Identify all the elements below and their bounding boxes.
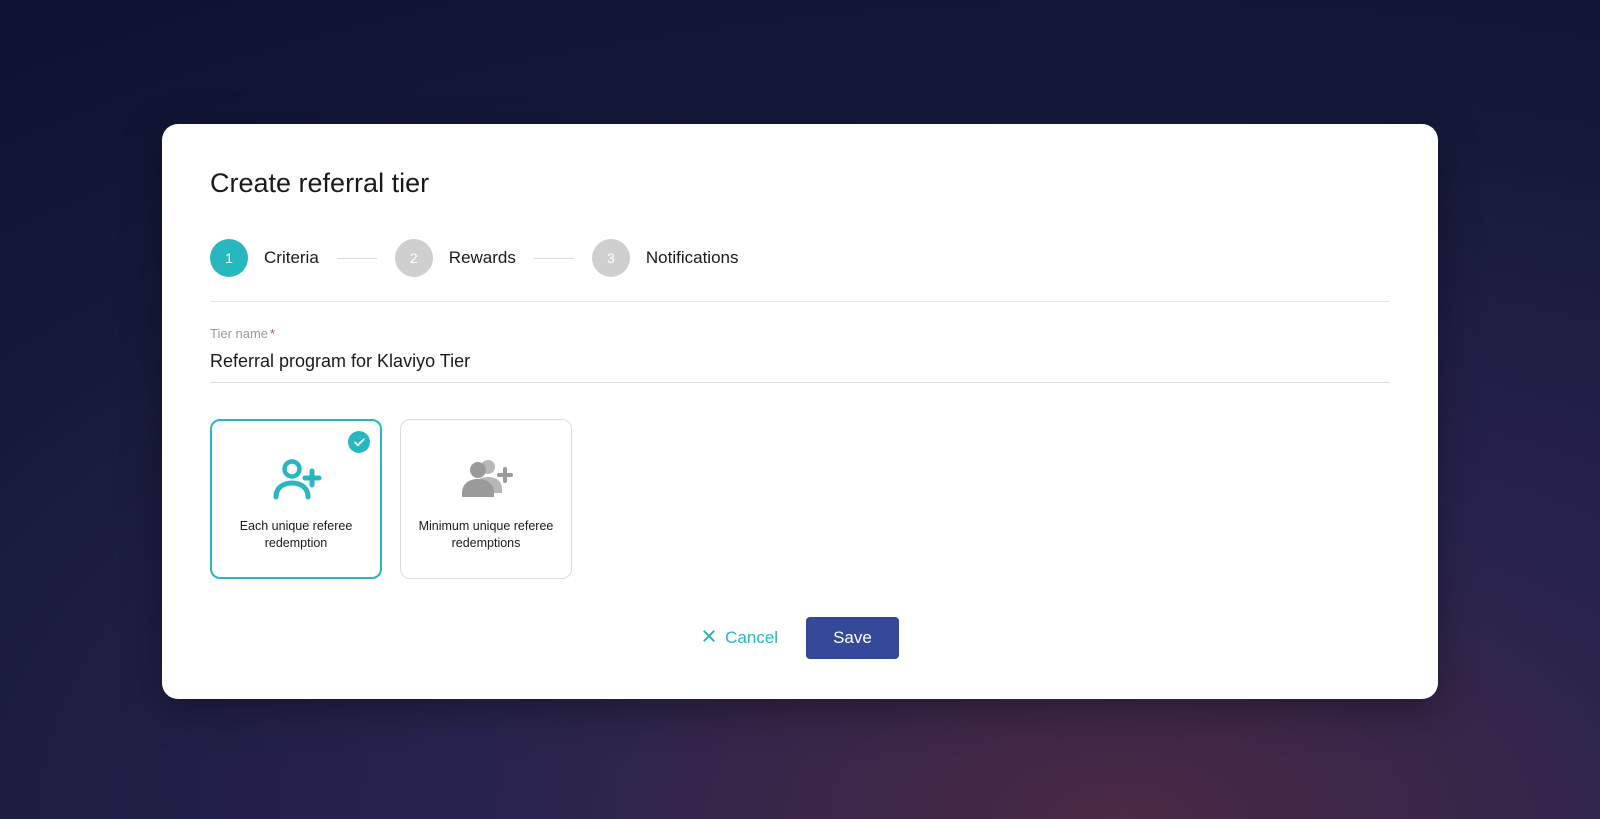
tier-name-field: Tier name*: [210, 326, 1390, 383]
save-button[interactable]: Save: [806, 617, 899, 659]
step-notifications[interactable]: 3 Notifications: [592, 239, 739, 277]
step-number-3: 3: [592, 239, 630, 277]
step-rewards[interactable]: 2 Rewards: [395, 239, 516, 277]
check-icon: [348, 431, 370, 453]
option-minimum-unique-referee[interactable]: Minimum unique referee redemptions: [400, 419, 572, 579]
step-label-notifications: Notifications: [646, 248, 739, 268]
step-label-criteria: Criteria: [264, 248, 319, 268]
required-asterisk: *: [270, 326, 275, 341]
option-label: Minimum unique referee redemptions: [416, 518, 556, 552]
tier-name-input[interactable]: [210, 347, 1390, 383]
create-referral-tier-card: Create referral tier 1 Criteria 2 Reward…: [162, 124, 1438, 699]
step-criteria[interactable]: 1 Criteria: [210, 239, 319, 277]
step-label-rewards: Rewards: [449, 248, 516, 268]
stepper: 1 Criteria 2 Rewards 3 Notifications: [210, 239, 1390, 302]
person-plus-icon: [270, 457, 322, 506]
cancel-label: Cancel: [725, 628, 778, 648]
step-number-1: 1: [210, 239, 248, 277]
people-plus-icon: [458, 457, 514, 506]
criteria-options: Each unique referee redemption Minimum u…: [210, 419, 1390, 579]
tier-name-label: Tier name*: [210, 326, 1390, 341]
step-connector: [534, 258, 574, 259]
page-title: Create referral tier: [210, 168, 1390, 199]
option-each-unique-referee[interactable]: Each unique referee redemption: [210, 419, 382, 579]
actions-row: Cancel Save: [210, 617, 1390, 659]
step-connector: [337, 258, 377, 259]
step-number-2: 2: [395, 239, 433, 277]
cancel-button[interactable]: Cancel: [701, 628, 778, 649]
option-label: Each unique referee redemption: [226, 518, 366, 552]
close-icon: [701, 628, 717, 649]
